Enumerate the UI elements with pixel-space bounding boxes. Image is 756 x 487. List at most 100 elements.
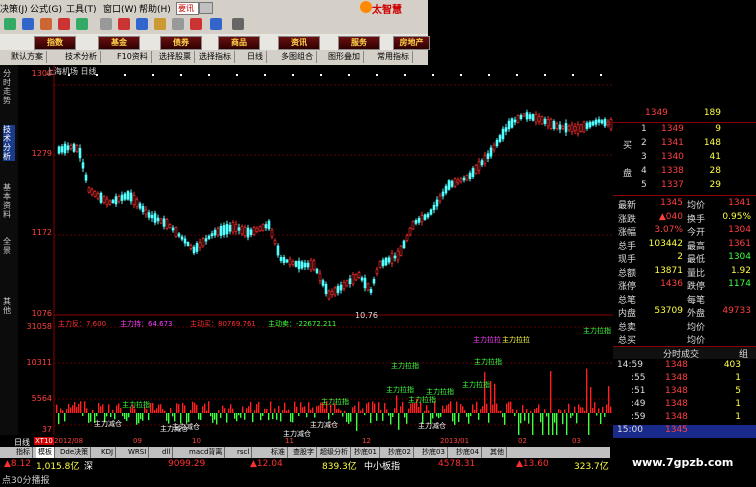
table-icon[interactable]: [210, 18, 222, 30]
menu-item-tools[interactable]: 工具(T): [66, 2, 97, 15]
print-icon[interactable]: [172, 18, 184, 30]
tech-analysis-button[interactable]: 技术分析: [62, 51, 101, 63]
volume-bar: [458, 413, 460, 423]
tab-tech-analysis[interactable]: 技术分析: [3, 125, 15, 161]
overlay-button[interactable]: 图形叠加: [325, 51, 364, 63]
volume-bar: [390, 413, 392, 425]
volume-bar: [82, 413, 84, 416]
candle-body: [459, 178, 463, 182]
volume-bar: [588, 413, 590, 435]
indicator-tab[interactable]: 查股字: [291, 447, 317, 458]
indicator-tab[interactable]: 模板: [36, 447, 55, 458]
indicator-tab[interactable]: 指标: [14, 447, 33, 458]
volume-bar: [126, 413, 128, 421]
menu-item-formula[interactable]: 公式(G): [30, 2, 62, 15]
help-icon[interactable]: [232, 18, 244, 30]
volume-bar: [318, 405, 320, 413]
tab-intraday[interactable]: 分时走势: [3, 69, 15, 105]
candle-body: [495, 139, 499, 147]
select-indicator-button[interactable]: 选择指标: [196, 51, 235, 63]
category-realestate[interactable]: 房地产: [393, 36, 430, 50]
candle-body: [429, 209, 433, 215]
candle-body: [210, 233, 214, 237]
back-icon[interactable]: [4, 18, 16, 30]
volume-bar: [122, 413, 124, 417]
volume-bar: [596, 413, 598, 416]
volume-bar: [168, 413, 170, 424]
date-label: 03: [572, 437, 581, 445]
indicator-tab[interactable]: 抄底04: [454, 447, 482, 458]
volume-bar: [544, 409, 546, 413]
menu-item-decision[interactable]: 决策(J): [0, 2, 28, 15]
volume-bar: [290, 413, 292, 422]
tab-other[interactable]: 其他: [3, 297, 15, 315]
common-indicator-button[interactable]: 常用指标: [374, 51, 413, 63]
menu-item-help[interactable]: 帮助(H): [139, 2, 171, 15]
indicator-tab[interactable]: 抄底01: [352, 447, 380, 458]
indicator-tab[interactable]: 抄底02: [386, 447, 414, 458]
close-icon[interactable]: [118, 18, 130, 30]
price-tick: 1076: [31, 309, 52, 318]
stat-row: 涨停 1436 跌停 1174: [618, 279, 751, 292]
candle-body: [300, 261, 304, 269]
indicator-tab[interactable]: WRSI: [126, 447, 150, 458]
category-commodity[interactable]: 商品: [218, 36, 260, 50]
volume-bar: [324, 408, 326, 413]
indicator-tab[interactable]: 标准: [269, 447, 288, 458]
indicator-tab[interactable]: KDJ: [99, 447, 117, 458]
volume-bar: [176, 403, 178, 413]
volume-bar: [74, 401, 76, 413]
category-fund[interactable]: 基金: [98, 36, 140, 50]
daily-period-button[interactable]: 日线: [244, 51, 267, 63]
stock-list-icon[interactable]: [22, 18, 34, 30]
search-input[interactable]: 要讯: [176, 2, 199, 15]
fire-icon[interactable]: [190, 18, 202, 30]
people-icon[interactable]: [40, 18, 52, 30]
multi-chart-button[interactable]: 多图组合: [278, 51, 317, 63]
tab-fundamentals[interactable]: 基本资料: [3, 183, 15, 219]
candle-body: [387, 257, 391, 263]
order-row: 盘 4 1338 28: [623, 166, 721, 179]
candle-body: [399, 245, 403, 256]
indicator-tab[interactable]: macd背离: [187, 447, 226, 458]
toolbar: [0, 16, 428, 34]
dollar-icon[interactable]: [136, 18, 148, 30]
pattern-icon[interactable]: [76, 18, 88, 30]
search-button[interactable]: [199, 2, 213, 14]
candle-body: [261, 224, 265, 231]
grid-icon[interactable]: [100, 18, 112, 30]
tab-panorama[interactable]: 全景: [3, 237, 15, 255]
function-bar: 默认方案 技术分析 F10资料 选择股票 选择指标 日线 多图组合 图形叠加 常…: [0, 50, 428, 65]
category-news[interactable]: 资讯: [278, 36, 320, 50]
indicator-tab[interactable]: dll: [160, 447, 174, 458]
candle-body: [450, 180, 454, 187]
candle-body: [540, 116, 544, 125]
volume-bar: [570, 413, 572, 419]
select-stock-button[interactable]: 选择股票: [156, 51, 195, 63]
volume-bar: [174, 413, 176, 422]
indicator-tab[interactable]: 其他: [488, 447, 507, 458]
category-index[interactable]: 指数: [34, 36, 76, 50]
f10-button[interactable]: F10资料: [114, 51, 152, 63]
indicator-tab[interactable]: 抄底03: [420, 447, 448, 458]
candle-body: [234, 223, 238, 232]
kline-chart[interactable]: [18, 65, 613, 435]
chart-icon[interactable]: [58, 18, 70, 30]
volume-bar: [576, 413, 578, 424]
volume-bar: [240, 413, 242, 418]
category-service[interactable]: 服务: [338, 36, 380, 50]
indicator-tab[interactable]: rscl: [235, 447, 253, 458]
candle-body: [282, 257, 286, 263]
category-bond[interactable]: 债券: [160, 36, 202, 50]
volume-bar: [102, 404, 104, 413]
indicator-tab[interactable]: Dde决策: [58, 447, 92, 458]
default-scheme-button[interactable]: 默认方案: [8, 51, 47, 63]
volume-bar: [530, 410, 532, 413]
indicator-tab[interactable]: 超级分析: [318, 447, 351, 458]
menu-item-window[interactable]: 窗口(W): [103, 2, 137, 15]
candle-body: [561, 126, 565, 129]
book-icon[interactable]: [154, 18, 166, 30]
candle-body: [318, 273, 322, 281]
volume-bar: [572, 413, 574, 416]
volume-bar: [452, 413, 454, 422]
